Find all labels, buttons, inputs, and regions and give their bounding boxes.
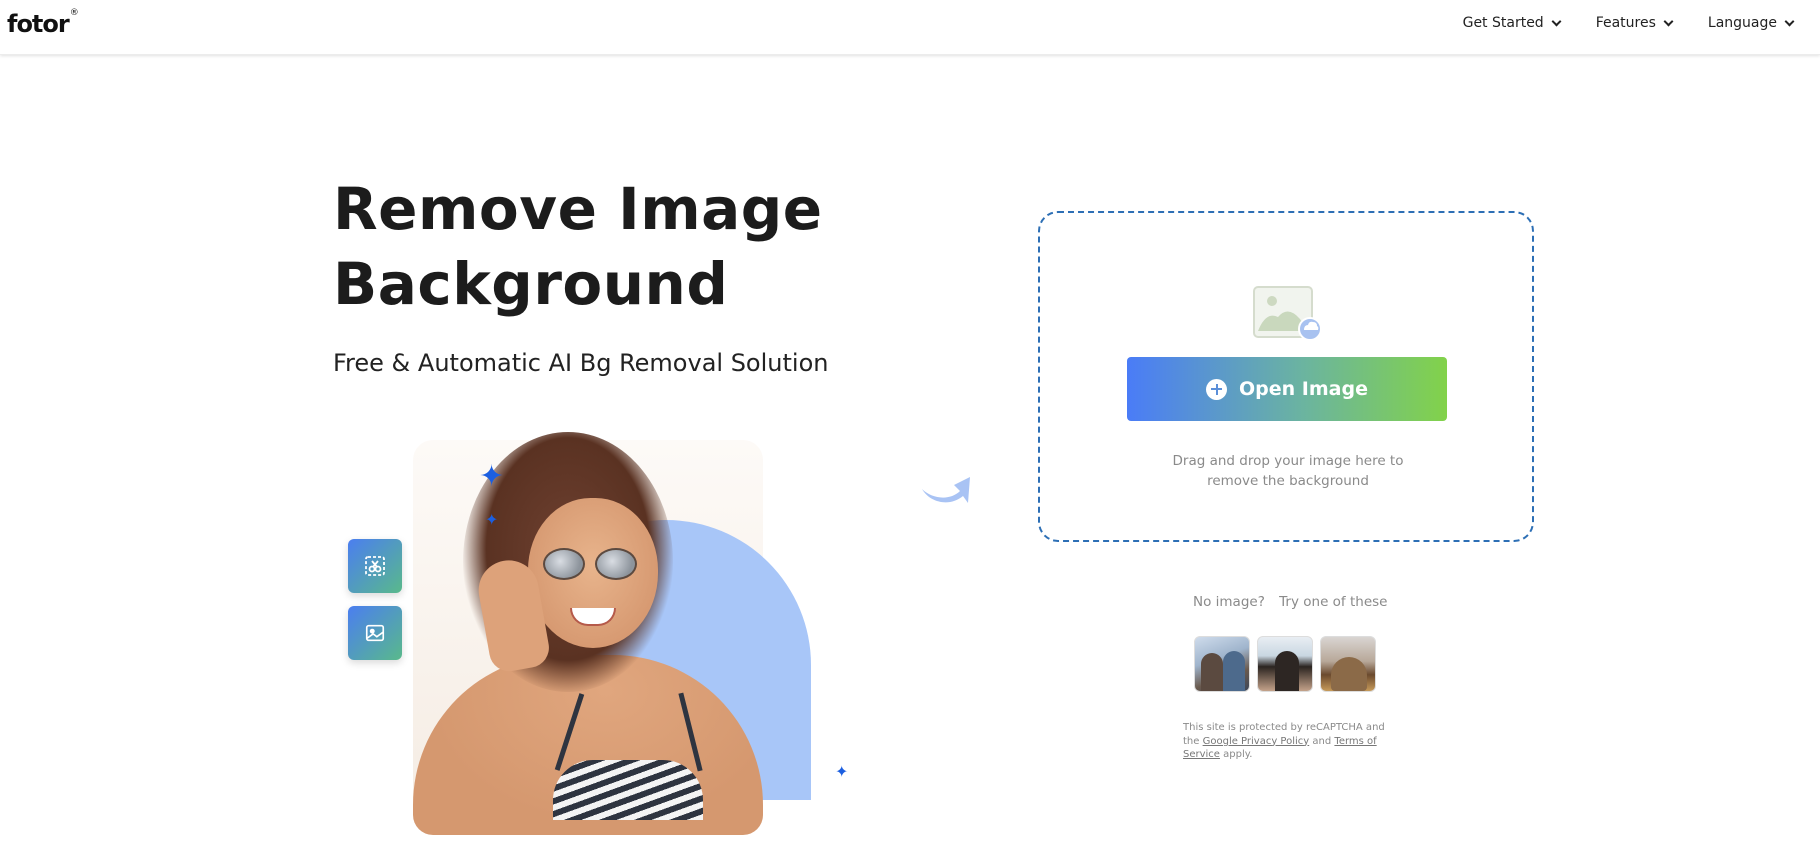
sunglasses-right-lens — [595, 548, 637, 580]
drag-hint-line-2: remove the background — [1207, 473, 1369, 489]
sample-figure — [1331, 657, 1367, 691]
nav-get-started[interactable]: Get Started — [1462, 13, 1562, 33]
drag-hint-line-1: Drag and drop your image here to — [1172, 453, 1404, 469]
recaptcha-notice: This site is protected by reCAPTCHA and … — [1183, 721, 1393, 762]
striped-swimsuit — [553, 760, 703, 820]
chevron-down-icon — [1551, 16, 1562, 26]
drag-drop-hint: Drag and drop your image here to remove … — [1138, 451, 1438, 491]
sunglasses-left-lens — [543, 548, 585, 580]
recaptcha-and: and — [1312, 735, 1332, 747]
sparkle-icon: ✦ — [485, 510, 499, 529]
nav-label: Get Started — [1462, 15, 1544, 31]
page-subtitle: Free & Automatic AI Bg Removal Solution — [333, 349, 829, 377]
sample-image-couple[interactable] — [1194, 636, 1250, 692]
sample-image-woman[interactable] — [1257, 636, 1313, 692]
title-line-2: Background — [333, 250, 729, 318]
image-upload-icon — [1253, 286, 1322, 341]
sparkle-icon: ✦ — [479, 459, 505, 494]
plus-circle-icon — [1206, 378, 1228, 400]
top-nav-bar: fotor® Get Started Features Language — [0, 0, 1820, 55]
sparkle-icon: ✦ — [835, 762, 849, 781]
curved-arrow-icon — [922, 477, 970, 503]
try-samples-label: Try one of these — [1279, 594, 1388, 610]
hero-illustration: ✦ ✦ ✦ — [333, 420, 873, 835]
sample-images — [1194, 636, 1376, 692]
recaptcha-suffix: apply. — [1223, 749, 1253, 760]
cutout-tool-icon — [348, 539, 402, 593]
chevron-down-icon — [1784, 16, 1795, 26]
title-line-1: Remove Image — [333, 175, 823, 243]
nav-features[interactable]: Features — [1595, 13, 1674, 33]
open-image-label: Open Image — [1239, 378, 1368, 400]
registered-mark: ® — [69, 8, 79, 18]
nav-language[interactable]: Language — [1707, 13, 1795, 33]
image-tool-icon — [348, 606, 402, 660]
chevron-down-icon — [1663, 16, 1674, 26]
page-title: Remove Image Background — [333, 172, 893, 322]
open-image-button[interactable]: Open Image — [1127, 357, 1447, 421]
main-nav: Get Started Features Language — [1427, 13, 1795, 33]
sample-prompt: No image? Try one of these — [1193, 594, 1397, 610]
fotor-logo[interactable]: fotor® — [7, 8, 79, 38]
sample-figure — [1201, 653, 1223, 691]
upload-dropzone[interactable]: Open Image Drag and drop your image here… — [1038, 211, 1534, 542]
sample-figure — [1223, 651, 1245, 691]
sample-image-cat[interactable] — [1320, 636, 1376, 692]
privacy-policy-link[interactable]: Google Privacy Policy — [1203, 736, 1310, 747]
nav-label: Language — [1707, 15, 1777, 31]
logo-text: fotor — [7, 10, 70, 38]
nav-label: Features — [1595, 15, 1656, 31]
sample-figure — [1275, 651, 1299, 691]
no-image-label: No image? — [1193, 594, 1265, 610]
